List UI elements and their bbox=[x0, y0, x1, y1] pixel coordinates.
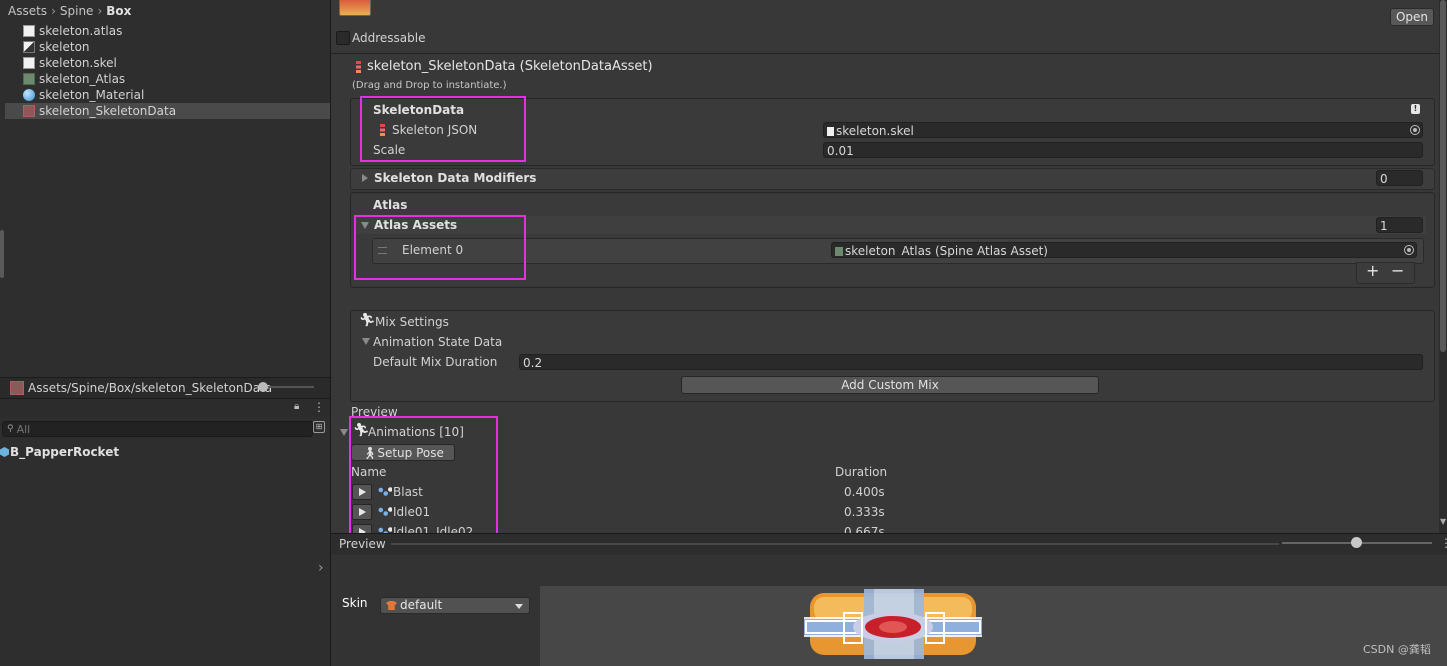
object-picker-icon[interactable] bbox=[1404, 245, 1414, 255]
skeleton-json-value: skeleton.skel bbox=[836, 124, 914, 138]
kebab-menu-icon[interactable]: ⋮ bbox=[313, 401, 325, 413]
annotation-highlight bbox=[360, 96, 526, 162]
asset-thumbnail bbox=[339, 0, 371, 16]
material-icon bbox=[23, 89, 35, 101]
add-element-button[interactable]: + bbox=[1366, 263, 1379, 279]
hierarchy-item-label: B_PapperRocket bbox=[10, 445, 120, 459]
divider bbox=[331, 53, 1439, 54]
atlas-header: Atlas bbox=[373, 198, 408, 212]
addressable-label: Addressable bbox=[352, 31, 426, 45]
object-picker-icon[interactable] bbox=[1410, 125, 1420, 135]
text-file-icon bbox=[23, 25, 35, 37]
atlas-asset-icon bbox=[23, 73, 35, 85]
file-item-skeleton[interactable]: skeleton bbox=[5, 39, 330, 55]
modifiers-label: Skeleton Data Modifiers bbox=[374, 171, 537, 185]
icon-size-slider[interactable] bbox=[262, 386, 314, 388]
chevron-right-icon[interactable]: › bbox=[318, 560, 324, 576]
asset-path-bar: Assets/Spine/Box/skeleton_SkeletonData bbox=[0, 377, 330, 399]
breadcrumb-assets[interactable]: Assets bbox=[8, 3, 47, 19]
breadcrumb-spine[interactable]: Spine bbox=[60, 3, 94, 19]
hierarchy-item-root[interactable]: B_PapperRocket bbox=[0, 444, 119, 460]
hierarchy-search[interactable]: ⚲ bbox=[2, 421, 313, 437]
animation-state-label: Animation State Data bbox=[373, 335, 503, 349]
remove-element-button[interactable]: − bbox=[1391, 263, 1404, 279]
file-label: skeleton.atlas bbox=[39, 24, 123, 38]
annotation-highlight bbox=[349, 416, 498, 537]
duration-column-header: Duration bbox=[835, 465, 888, 479]
animation-row-duration: 0.667s bbox=[844, 525, 885, 533]
hierarchy-search-input[interactable] bbox=[16, 422, 277, 436]
file-label: skeleton_Material bbox=[39, 88, 145, 102]
warning-icon: ! bbox=[1411, 104, 1420, 114]
skin-dropdown[interactable]: default bbox=[380, 597, 530, 614]
atlas-element-value: skeleton_Atlas (Spine Atlas Asset) bbox=[845, 244, 1048, 258]
addressable-checkbox[interactable] bbox=[336, 31, 350, 45]
inspector-scrollbar-thumb[interactable] bbox=[1440, 0, 1446, 352]
spine-icon bbox=[356, 61, 361, 73]
scale-field[interactable]: 0.01 bbox=[823, 142, 1423, 158]
file-item-skeleton-skel[interactable]: skeleton.skel bbox=[5, 55, 330, 71]
asset-path: Assets/Spine/Box/skeleton_SkeletonData bbox=[28, 381, 273, 395]
shirt-icon bbox=[386, 601, 397, 610]
animation-row-duration: 0.400s bbox=[844, 485, 885, 499]
gameobject-cube-icon bbox=[0, 447, 9, 457]
running-figure-icon: 🏃︎ bbox=[359, 313, 376, 328]
atlas-asset-icon bbox=[835, 247, 843, 256]
file-item-skeleton-material[interactable]: skeleton_Material bbox=[5, 87, 330, 103]
preview-zoom-handle[interactable] bbox=[1351, 537, 1362, 548]
default-mix-label: Default Mix Duration bbox=[373, 355, 498, 369]
skeleton-data-icon bbox=[10, 381, 24, 395]
project-scrollbar[interactable] bbox=[0, 230, 4, 278]
foldout-expanded-icon[interactable] bbox=[340, 429, 348, 436]
skeleton-json-field[interactable]: skeleton.skel bbox=[823, 122, 1423, 138]
skeleton-preview-image bbox=[804, 589, 982, 659]
file-label: skeleton_Atlas bbox=[39, 72, 126, 86]
atlas-element-field[interactable]: skeleton_Atlas (Spine Atlas Asset) bbox=[831, 242, 1417, 258]
annotation-highlight bbox=[354, 215, 526, 280]
chevron-right-icon: › bbox=[51, 4, 56, 18]
drag-drop-hint: (Drag and Drop to instantiate.) bbox=[352, 80, 507, 91]
search-filter-icon[interactable]: ⊞ bbox=[313, 421, 325, 433]
foldout-collapsed-icon[interactable] bbox=[362, 174, 368, 182]
preview-canvas[interactable] bbox=[540, 586, 1447, 666]
default-mix-field[interactable]: 0.2 bbox=[519, 354, 1423, 370]
file-label: skeleton_SkeletonData bbox=[39, 104, 177, 118]
lock-icon[interactable]: 🔒︎ bbox=[294, 402, 303, 412]
asset-title: skeleton_SkeletonData (SkeletonDataAsset… bbox=[367, 59, 653, 74]
open-button[interactable]: Open bbox=[1390, 8, 1434, 26]
skin-value: default bbox=[400, 598, 443, 612]
icon-size-slider-handle[interactable] bbox=[258, 382, 268, 392]
file-item-skeleton-skeletondata[interactable]: skeleton_SkeletonData bbox=[5, 103, 330, 119]
chevron-down-icon bbox=[515, 604, 523, 609]
hierarchy-header bbox=[0, 399, 330, 417]
animation-row-duration: 0.333s bbox=[844, 505, 885, 519]
skeleton-icon bbox=[23, 41, 35, 53]
file-item-skeleton-atlas-asset[interactable]: skeleton_Atlas bbox=[5, 71, 330, 87]
watermark: CSDN @龚韬 bbox=[1363, 643, 1431, 656]
modifiers-count[interactable]: 0 bbox=[1376, 170, 1423, 186]
atlas-assets-count[interactable]: 1 bbox=[1376, 217, 1423, 233]
mix-settings-header: Mix Settings bbox=[375, 315, 449, 329]
add-custom-mix-button[interactable]: Add Custom Mix bbox=[681, 376, 1099, 394]
foldout-expanded-icon[interactable] bbox=[362, 338, 370, 345]
search-icon: ⚲ bbox=[7, 424, 14, 434]
file-label: skeleton bbox=[39, 40, 90, 54]
scroll-down-arrow-icon[interactable]: ▼ bbox=[1440, 517, 1446, 526]
chevron-right-icon: › bbox=[97, 4, 103, 18]
preview-timeline[interactable] bbox=[391, 543, 1279, 545]
preview-title: Preview bbox=[339, 537, 386, 551]
kebab-menu-icon[interactable]: ⋮ bbox=[1440, 536, 1447, 550]
text-file-icon bbox=[827, 127, 834, 136]
file-item-skeleton-atlas[interactable]: skeleton.atlas bbox=[5, 23, 330, 39]
breadcrumb-box[interactable]: Box bbox=[106, 3, 131, 19]
breadcrumb: Assets › Spine › Box bbox=[8, 3, 131, 19]
text-file-icon bbox=[23, 57, 35, 69]
file-label: skeleton.skel bbox=[39, 56, 117, 70]
skin-label: Skin bbox=[342, 596, 368, 610]
list-add-remove-footer bbox=[1356, 262, 1415, 284]
skeleton-data-icon bbox=[23, 105, 35, 117]
